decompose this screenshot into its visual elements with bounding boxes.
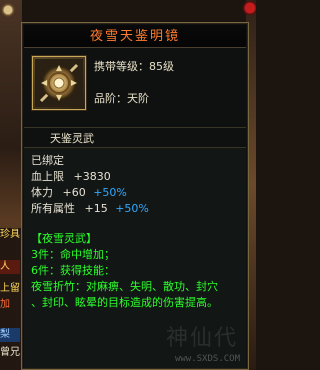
set-name: 【夜雪灵武】 bbox=[31, 232, 97, 245]
item-name: 夜雪天鉴明镜 bbox=[89, 29, 180, 44]
item-type-bar: 天鉴灵武 bbox=[24, 127, 246, 146]
stat-stamina: 体力 +60 +50% bbox=[31, 186, 127, 200]
level-requirement: 携带等级：85级 bbox=[94, 60, 174, 73]
item-stats-body: 已绑定 血上限 +3830 体力 +60 +50% 所有属性 +15 +50% … bbox=[24, 147, 246, 368]
chat-line[interactable]: 上留 bbox=[0, 282, 20, 296]
chat-line[interactable]: 加 bbox=[0, 298, 20, 312]
mirror-weapon-icon bbox=[35, 59, 83, 107]
set-bonus-3: 3件：命中增加； bbox=[31, 248, 115, 261]
stat-label: 所有属性 bbox=[31, 202, 75, 215]
chat-line[interactable]: 曾兄 bbox=[0, 346, 20, 360]
stat-label: 体力 bbox=[31, 186, 53, 199]
stat-hp: 血上限 +3830 bbox=[31, 170, 111, 184]
chat-line[interactable]: 人 bbox=[0, 260, 20, 274]
stat-percent: +50% bbox=[115, 202, 149, 215]
chat-line[interactable]: 珍具 bbox=[0, 228, 20, 242]
scene-ornament-icon bbox=[0, 0, 22, 20]
item-type: 天鉴灵武 bbox=[50, 132, 94, 145]
stat-label: 血上限 bbox=[31, 170, 64, 183]
set-skill-desc: 夜雪折竹：对麻痹、失明、散功、封穴 bbox=[31, 280, 218, 293]
watermark-logo: 神仙代 bbox=[165, 326, 238, 351]
stat-value: +15 bbox=[84, 202, 108, 215]
red-orb-icon bbox=[242, 0, 256, 18]
stat-value: +60 bbox=[62, 186, 86, 199]
stat-percent: +50% bbox=[93, 186, 127, 199]
chat-panel: 珍具 人 上留 加 梨 曾兄 bbox=[0, 228, 22, 370]
watermark-url: www.SXDS.COM bbox=[174, 354, 240, 364]
item-icon-frame[interactable] bbox=[32, 56, 86, 110]
item-quality: 品阶：天阶 bbox=[94, 92, 149, 105]
bound-status: 已绑定 bbox=[31, 154, 64, 167]
set-bonus-6: 6件：获得技能： bbox=[31, 264, 115, 277]
item-tooltip: 夜雪天鉴明镜 携带等级：85级 品阶：天阶 天鉴灵武 已绑定 血上限 +3830… bbox=[21, 22, 249, 370]
set-skill-desc: 、封印、眩晕的目标造成的伤害提高。 bbox=[31, 296, 218, 309]
stat-all-attributes: 所有属性 +15 +50% bbox=[31, 202, 149, 216]
chat-line[interactable]: 梨 bbox=[0, 328, 20, 342]
item-header: 携带等级：85级 品阶：天阶 bbox=[24, 48, 246, 128]
stat-value: +3830 bbox=[73, 170, 111, 183]
tooltip-title-bar: 夜雪天鉴明镜 bbox=[24, 25, 246, 48]
